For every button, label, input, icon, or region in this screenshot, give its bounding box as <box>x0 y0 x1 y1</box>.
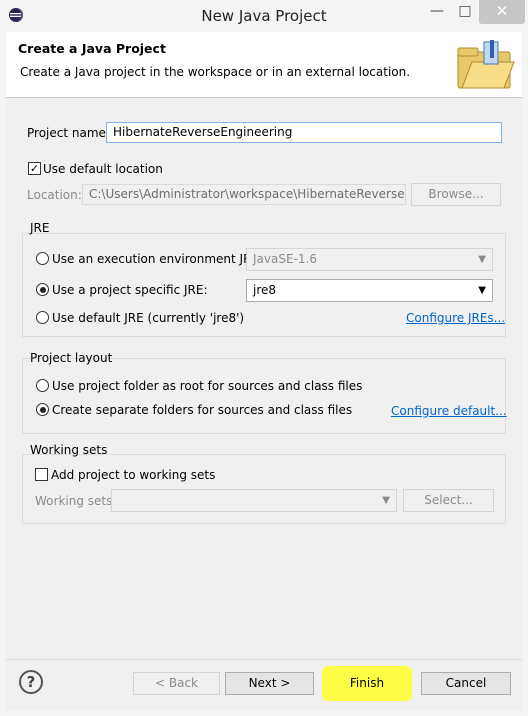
select-working-sets-button[interactable]: Select... <box>403 489 494 512</box>
project-specific-jre-value: jre8 <box>253 283 277 297</box>
layout-option-separate-folders-label: Create separate folders for sources and … <box>52 403 353 417</box>
jre-radio-project-specific[interactable] <box>36 283 49 296</box>
add-to-working-sets-label: Add project to working sets <box>51 468 216 482</box>
chevron-down-icon: ▼ <box>478 254 486 265</box>
project-name-label: Project name: <box>27 126 110 140</box>
jre-option-default-label: Use default JRE (currently 'jre8') <box>52 311 245 325</box>
cancel-button[interactable]: Cancel <box>421 672 511 695</box>
configure-jres-link[interactable]: Configure JREs... <box>406 311 505 325</box>
working-sets-label: Working sets: <box>35 494 117 508</box>
layout-radio-separate-folders[interactable] <box>36 403 49 416</box>
project-layout-group-title: Project layout <box>30 351 113 365</box>
location-label: Location: <box>27 188 82 202</box>
jre-option-project-specific-label: Use a project specific JRE: <box>52 283 208 297</box>
use-default-location-checkbox[interactable]: ✓ <box>28 162 41 175</box>
layout-option-project-root-label: Use project folder as root for sources a… <box>52 379 363 393</box>
add-to-working-sets-checkbox[interactable] <box>35 468 48 481</box>
banner-title: Create a Java Project <box>18 41 166 56</box>
help-icon[interactable]: ? <box>19 670 43 694</box>
working-sets-group-title: Working sets <box>30 443 108 457</box>
jre-radio-execution-env[interactable] <box>36 252 49 265</box>
layout-radio-project-root[interactable] <box>36 379 49 392</box>
working-sets-combo[interactable]: ▼ <box>111 489 397 512</box>
java-project-folder-icon <box>457 40 515 89</box>
project-name-input[interactable]: HibernateReverseEngineering <box>106 122 502 143</box>
chevron-down-icon: ▼ <box>382 495 390 506</box>
next-button[interactable]: Next > <box>225 672 314 695</box>
project-layout-group <box>22 358 506 434</box>
location-input[interactable]: C:\Users\Administrator\workspace\Hiberna… <box>82 184 406 205</box>
banner-description: Create a Java project in the workspace o… <box>20 65 411 79</box>
wizard-banner: Create a Java Project Create a Java proj… <box>6 32 522 98</box>
jre-radio-default[interactable] <box>36 311 49 324</box>
jre-group-title: JRE <box>30 221 50 235</box>
title-bar: New Java Project — □ ✕ <box>0 0 528 32</box>
execution-env-combo[interactable]: JavaSE-1.6 ▼ <box>246 248 493 271</box>
back-button[interactable]: < Back <box>133 672 220 695</box>
close-button[interactable]: ✕ <box>479 0 525 24</box>
chevron-down-icon: ▼ <box>478 285 486 296</box>
maximize-button[interactable]: □ <box>451 0 479 24</box>
configure-default-link[interactable]: Configure default... <box>391 404 507 418</box>
project-specific-jre-combo[interactable]: jre8 ▼ <box>246 279 493 302</box>
use-default-location-label: Use default location <box>43 162 163 176</box>
execution-env-combo-value: JavaSE-1.6 <box>253 252 317 266</box>
jre-option-execution-env-label: Use an execution environment JRE: <box>52 252 264 266</box>
finish-button[interactable]: Finish <box>324 672 410 695</box>
browse-button[interactable]: Browse... <box>411 183 501 206</box>
minimize-button[interactable]: — <box>423 0 451 24</box>
wizard-body: Project name: HibernateReverseEngineerin… <box>6 98 522 659</box>
